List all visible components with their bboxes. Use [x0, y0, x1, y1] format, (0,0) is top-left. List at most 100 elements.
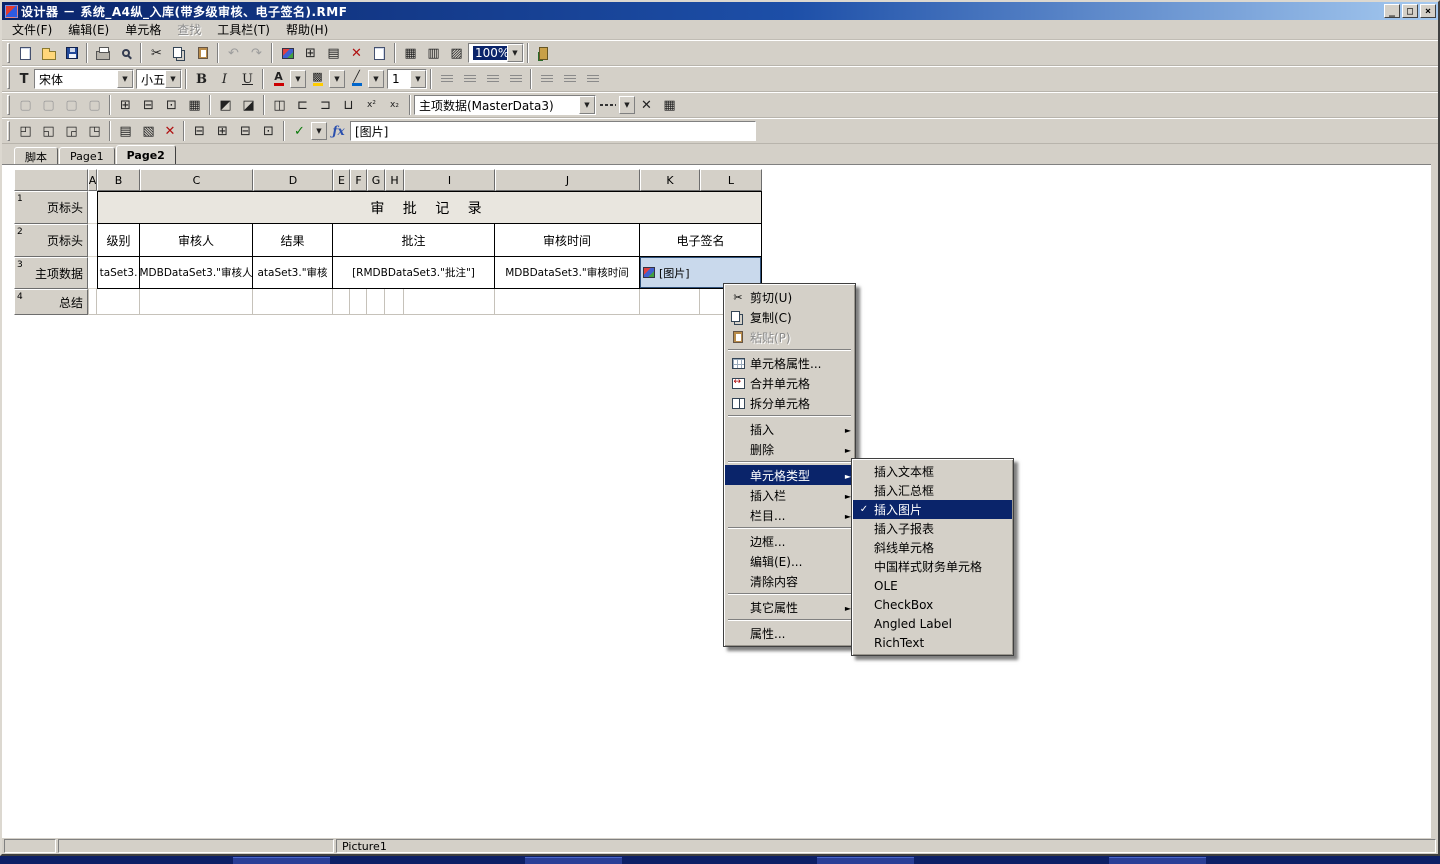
underline-button[interactable]: U	[236, 68, 259, 90]
split-left-button[interactable]	[291, 94, 314, 116]
header-cell-result[interactable]: 结果	[253, 224, 333, 257]
align-center-button[interactable]	[458, 68, 481, 90]
cell-a4[interactable]	[88, 289, 97, 315]
insert-col-right-button[interactable]	[83, 120, 106, 142]
delete-row-button[interactable]	[114, 120, 137, 142]
toolbar-grip[interactable]	[7, 95, 10, 115]
submenu-item-chinese-finance-cell[interactable]: 中国样式财务单元格	[853, 557, 1012, 576]
taskbar-button[interactable]	[817, 857, 914, 864]
insert-row-above-button[interactable]	[14, 120, 37, 142]
cut-button[interactable]: ✂	[145, 42, 168, 64]
menu-item-other-properties[interactable]: 其它属性	[725, 597, 854, 617]
fx-button[interactable]: ƒx	[327, 120, 350, 142]
band-footer-button[interactable]	[234, 120, 257, 142]
title-bar[interactable]: 设计器 － 系统_A4纵_入库(带多级审核、电子签名).RMF _ □ ×	[2, 2, 1438, 20]
cell-f4[interactable]	[350, 289, 367, 315]
toolbar-grip[interactable]	[7, 43, 10, 63]
taskbar-button[interactable]	[1109, 857, 1206, 864]
menu-item-cell-properties[interactable]: 单元格属性...	[725, 353, 854, 373]
menu-cell[interactable]: 单元格	[117, 19, 169, 40]
formula-input[interactable]	[350, 121, 756, 141]
menu-item-cell-type[interactable]: 单元格类型	[725, 465, 854, 485]
split-right-button[interactable]	[314, 94, 337, 116]
col-header-a[interactable]: A	[88, 169, 97, 191]
line-color-dropdown-icon[interactable]	[368, 70, 384, 88]
print-button[interactable]	[91, 42, 114, 64]
menu-item-insert[interactable]: 插入	[725, 419, 854, 439]
cell-j4[interactable]	[495, 289, 640, 315]
new-page-button[interactable]	[368, 42, 391, 64]
font-name-dropdown-icon[interactable]	[117, 70, 133, 88]
border-inner-button[interactable]	[183, 94, 206, 116]
font-name-combo[interactable]: 宋体	[34, 69, 134, 89]
italic-button[interactable]: I	[213, 68, 236, 90]
header-cell-signature[interactable]: 电子签名	[640, 224, 762, 257]
data-cell-reviewer[interactable]: MDBDataSet3."审核人	[140, 257, 253, 289]
superscript-button[interactable]	[360, 94, 383, 116]
design-canvas[interactable]: A B C D E F G H I J K L 1 页标头 审 批 记 录 2 …	[2, 164, 1431, 838]
menu-edit[interactable]: 编辑(E)	[60, 19, 117, 40]
col-header-i[interactable]: I	[404, 169, 495, 191]
cell-a1[interactable]	[88, 191, 97, 224]
cell-k4[interactable]	[640, 289, 700, 315]
header-cell-level[interactable]: 级别	[97, 224, 140, 257]
bold-button[interactable]: B	[190, 68, 213, 90]
insert-table-button[interactable]	[299, 42, 322, 64]
valign-bottom-button[interactable]	[581, 68, 604, 90]
cell-g4[interactable]	[367, 289, 385, 315]
line-color-button[interactable]: ╱	[345, 68, 368, 90]
subscript-button[interactable]	[383, 94, 406, 116]
undo-button[interactable]	[222, 42, 245, 64]
line-width-dropdown-icon[interactable]	[410, 70, 426, 88]
open-button[interactable]	[37, 42, 60, 64]
menu-item-edit[interactable]: 编辑(E)...	[725, 551, 854, 571]
menu-item-delete[interactable]: 删除	[725, 439, 854, 459]
menu-item-clear-content[interactable]: 清除内容	[725, 571, 854, 591]
col-header-d[interactable]: D	[253, 169, 333, 191]
col-header-l[interactable]: L	[700, 169, 762, 191]
data-cell-comment[interactable]: [RMDBDataSet3."批注"]	[333, 257, 495, 289]
header-cell-time[interactable]: 审核时间	[495, 224, 640, 257]
frame-outline-button[interactable]	[37, 94, 60, 116]
cell-a3[interactable]	[88, 257, 97, 289]
font-size-combo[interactable]: 小五	[136, 69, 182, 89]
split-bottom-button[interactable]	[337, 94, 360, 116]
close-button[interactable]: ×	[1420, 4, 1436, 18]
cell-a2[interactable]	[88, 224, 97, 257]
taskbar-button[interactable]	[233, 857, 330, 864]
cell-h4[interactable]	[385, 289, 404, 315]
cell-i4[interactable]	[404, 289, 495, 315]
frame-inner-button[interactable]	[60, 94, 83, 116]
menu-item-cut[interactable]: ✂ 剪切(U)	[725, 287, 854, 307]
diagonal-up-button[interactable]	[237, 94, 260, 116]
align-right-button[interactable]	[481, 68, 504, 90]
cell-e4[interactable]	[333, 289, 350, 315]
col-header-h[interactable]: H	[385, 169, 404, 191]
zoom-combo[interactable]: 100%	[468, 43, 524, 63]
valign-top-button[interactable]	[535, 68, 558, 90]
band-detail-button[interactable]	[211, 120, 234, 142]
data-cell-level[interactable]: taSet3.	[97, 257, 140, 289]
copy-button[interactable]	[168, 42, 191, 64]
delete-col-button[interactable]	[137, 120, 160, 142]
submenu-item-insert-textbox[interactable]: 插入文本框	[853, 462, 1012, 481]
report-title-cell[interactable]: 审 批 记 录	[97, 191, 762, 224]
submenu-item-richtext[interactable]: RichText	[853, 633, 1012, 652]
insert-row-below-button[interactable]	[37, 120, 60, 142]
valign-middle-button[interactable]	[558, 68, 581, 90]
delete-report-item-button[interactable]	[345, 42, 368, 64]
merge-cells-button[interactable]	[268, 94, 291, 116]
redo-button[interactable]	[245, 42, 268, 64]
border-all-button[interactable]	[114, 94, 137, 116]
maximize-button[interactable]: □	[1402, 4, 1418, 18]
new-document-button[interactable]	[14, 42, 37, 64]
col-header-c[interactable]: C	[140, 169, 253, 191]
font-color-button[interactable]: A	[267, 68, 290, 90]
dataset-combo[interactable]: 主项数据(MasterData3)	[414, 95, 596, 115]
tab-page2[interactable]: Page2	[116, 145, 176, 164]
submenu-item-angled-label[interactable]: Angled Label	[853, 614, 1012, 633]
cell-c4[interactable]	[140, 289, 253, 315]
data-cell-result[interactable]: ataSet3."审核	[253, 257, 333, 289]
exit-button[interactable]	[532, 42, 555, 64]
insert-band-button[interactable]	[322, 42, 345, 64]
